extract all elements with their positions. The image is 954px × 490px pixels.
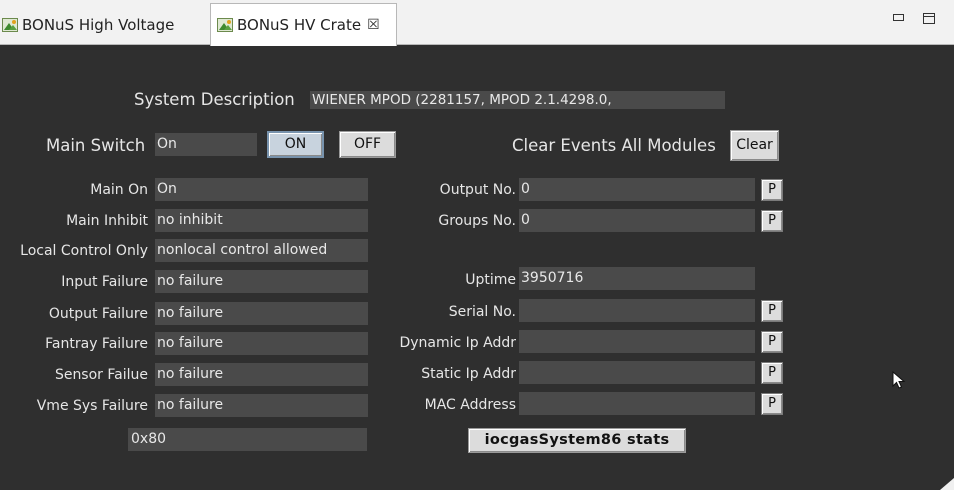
off-button[interactable]: OFF bbox=[339, 131, 396, 158]
tab-label: BONuS High Voltage bbox=[22, 15, 175, 34]
sensor-failure-label: Sensor Failue bbox=[54, 367, 148, 383]
mac-address-label: MAC Address bbox=[424, 397, 516, 413]
image-icon bbox=[2, 17, 18, 33]
serial-no-field bbox=[519, 299, 755, 322]
dynamic-ip-p-button[interactable]: P bbox=[761, 331, 783, 353]
fantray-failure-field: no failure bbox=[155, 332, 368, 355]
editor-tab-bar: BONuS High Voltage BONuS HV Crate ☒ bbox=[0, 0, 954, 46]
static-ip-p-button[interactable]: P bbox=[761, 362, 783, 384]
main-inhibit-field: no inhibit bbox=[155, 209, 368, 232]
maximize-icon[interactable] bbox=[923, 13, 935, 24]
groups-no-label: Groups No. bbox=[438, 213, 516, 229]
local-control-field: nonlocal control allowed bbox=[155, 239, 368, 262]
main-switch-label: Main Switch bbox=[46, 136, 146, 155]
output-no-field: 0 bbox=[519, 178, 755, 201]
vme-sys-failure-field: no failure bbox=[155, 394, 368, 417]
stats-button[interactable]: iocgasSystem86 stats bbox=[468, 428, 686, 453]
minimize-icon[interactable] bbox=[893, 14, 904, 21]
on-button[interactable]: ON bbox=[267, 131, 324, 158]
input-failure-label: Input Failure bbox=[61, 274, 148, 290]
groups-no-p-button[interactable]: P bbox=[761, 210, 783, 232]
close-icon[interactable]: ☒ bbox=[367, 17, 380, 33]
clear-events-label: Clear Events All Modules bbox=[512, 136, 716, 155]
output-failure-field: no failure bbox=[155, 302, 368, 325]
system-description-label: System Description bbox=[134, 90, 295, 109]
serial-no-label: Serial No. bbox=[448, 304, 516, 320]
tab-bonus-high-voltage[interactable]: BONuS High Voltage bbox=[0, 4, 200, 45]
main-inhibit-label: Main Inhibit bbox=[66, 213, 148, 229]
system-description-field: WIENER MPOD (2281157, MPOD 2.1.4298.0, bbox=[310, 91, 725, 109]
resize-handle[interactable] bbox=[940, 478, 954, 490]
uptime-label: Uptime bbox=[465, 272, 516, 288]
tab-label: BONuS HV Crate bbox=[237, 16, 362, 34]
main-on-field: On bbox=[155, 178, 368, 201]
fantray-failure-label: Fantray Failure bbox=[45, 336, 148, 352]
main-switch-field: On bbox=[155, 133, 257, 156]
local-control-label: Local Control Only bbox=[20, 243, 148, 259]
serial-no-p-button[interactable]: P bbox=[761, 300, 783, 322]
output-no-p-button[interactable]: P bbox=[761, 179, 783, 201]
vme-sys-failure-label: Vme Sys Failure bbox=[36, 398, 148, 414]
input-failure-field: no failure bbox=[155, 270, 368, 293]
mac-address-p-button[interactable]: P bbox=[761, 393, 783, 415]
main-on-label: Main On bbox=[90, 182, 148, 198]
sensor-failure-field: no failure bbox=[155, 363, 368, 386]
hex-status-field: 0x80 bbox=[128, 428, 367, 451]
tab-bonus-hv-crate[interactable]: BONuS HV Crate ☒ bbox=[210, 3, 397, 46]
uptime-field: 3950716 bbox=[519, 267, 755, 290]
mouse-cursor-icon bbox=[892, 371, 906, 389]
static-ip-field bbox=[519, 361, 755, 384]
dynamic-ip-field bbox=[519, 330, 755, 353]
output-no-label: Output No. bbox=[439, 182, 516, 198]
dynamic-ip-label: Dynamic Ip Addr bbox=[399, 335, 516, 351]
groups-no-field: 0 bbox=[519, 209, 755, 232]
clear-button[interactable]: Clear bbox=[730, 130, 779, 161]
output-failure-label: Output Failure bbox=[48, 306, 148, 322]
image-icon bbox=[217, 17, 233, 33]
mac-address-field bbox=[519, 392, 755, 415]
static-ip-label: Static Ip Addr bbox=[421, 366, 516, 382]
